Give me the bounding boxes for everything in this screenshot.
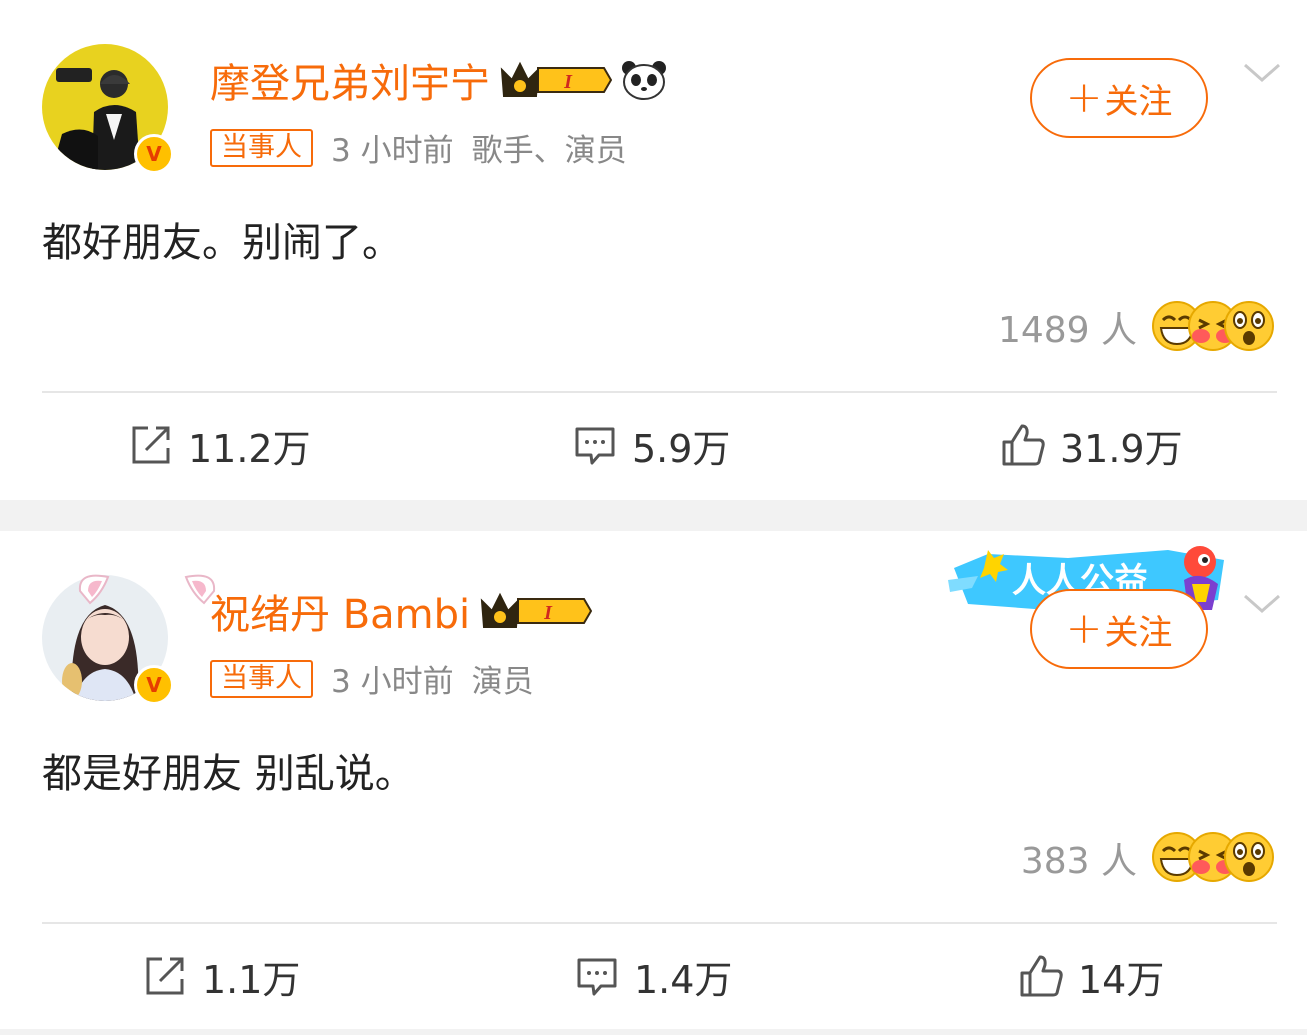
chevron-down-icon[interactable]	[1242, 60, 1282, 86]
divider	[42, 391, 1277, 393]
follow-label: 关注	[1104, 81, 1173, 122]
reaction-summary[interactable]: 383 人	[1021, 831, 1275, 885]
follow-button[interactable]: + 关注	[1030, 58, 1208, 138]
like-button[interactable]: 31.9万	[1000, 420, 1183, 471]
reaction-summary[interactable]: 1489 人	[998, 300, 1275, 354]
plus-icon: +	[1065, 603, 1103, 654]
vip-crown-icon[interactable]: I	[478, 589, 593, 633]
verified-badge: V	[134, 665, 174, 705]
post-time: 3 小时前	[331, 664, 454, 700]
chevron-down-icon[interactable]	[1242, 591, 1282, 617]
repost-button[interactable]: 11.2万	[128, 420, 311, 471]
like-count: 31.9万	[1060, 426, 1183, 471]
thumbs-up-icon	[1020, 955, 1063, 997]
comment-icon	[577, 958, 617, 996]
comment-button[interactable]: 1.4万	[574, 951, 733, 1002]
meta-row: 当事人 3 小时前 歌手、演员	[210, 125, 627, 170]
vip-crown-icon[interactable]: I	[498, 58, 612, 102]
shocked-emoji-icon	[1224, 301, 1274, 351]
post-content[interactable]: 都是好朋友 别乱说。	[42, 741, 415, 799]
name-row: 祝绪丹 Bambi I	[210, 582, 593, 640]
name-row: 摩登兄弟刘宇宁 I	[210, 52, 668, 108]
plus-icon: +	[1065, 72, 1103, 123]
post-separator	[0, 500, 1307, 531]
thumbs-up-icon	[1002, 424, 1045, 466]
svg-text:I: I	[543, 602, 553, 624]
reaction-emojis	[1151, 300, 1275, 354]
user-identity: 演员	[471, 664, 534, 700]
comment-icon	[575, 427, 615, 465]
party-tag: 当事人	[210, 128, 313, 167]
repost-count: 1.1万	[202, 957, 301, 1002]
comment-button[interactable]: 5.9万	[572, 420, 731, 471]
repost-icon	[132, 426, 170, 464]
divider	[42, 922, 1277, 924]
bunny-ears-icon	[78, 574, 216, 605]
comment-count: 1.4万	[634, 957, 733, 1002]
user-name[interactable]: 摩登兄弟刘宇宁	[210, 51, 490, 109]
panda-icon	[622, 61, 666, 100]
weibo-post-1: V 摩登兄弟刘宇宁 I 当事人 3 小时前 歌手、演员 + 关注 都好朋友。别闹…	[0, 0, 1307, 500]
verified-badge: V	[134, 134, 174, 174]
follow-label: 关注	[1104, 612, 1173, 653]
avatar[interactable]: V	[42, 44, 174, 174]
like-count: 14万	[1078, 957, 1165, 1002]
repost-button[interactable]: 1.1万	[142, 951, 301, 1002]
shocked-emoji-icon	[1224, 832, 1274, 882]
post-content[interactable]: 都好朋友。别闹了。	[42, 210, 402, 268]
reaction-emojis	[1151, 831, 1275, 885]
reaction-count: 1489 人	[997, 310, 1137, 351]
reaction-count: 383 人	[1020, 841, 1137, 882]
post-separator	[0, 1029, 1307, 1035]
comment-count: 5.9万	[632, 426, 731, 471]
avatar[interactable]: V	[42, 574, 216, 705]
repost-icon	[146, 957, 184, 995]
repost-count: 11.2万	[188, 426, 311, 471]
user-identity: 歌手、演员	[471, 133, 627, 169]
like-button[interactable]: 14万	[1018, 951, 1165, 1002]
user-name[interactable]: 祝绪丹 Bambi	[210, 582, 470, 640]
svg-text:I: I	[563, 71, 573, 93]
meta-row: 当事人 3 小时前 演员	[210, 656, 534, 701]
post-time: 3 小时前	[331, 133, 454, 169]
weibo-post-2: V 祝绪丹 Bambi I 当事人 3 小时前 演员 人人公益 + 关注 都是好…	[0, 531, 1307, 1029]
party-tag: 当事人	[210, 659, 313, 698]
follow-button[interactable]: + 关注	[1030, 589, 1208, 669]
